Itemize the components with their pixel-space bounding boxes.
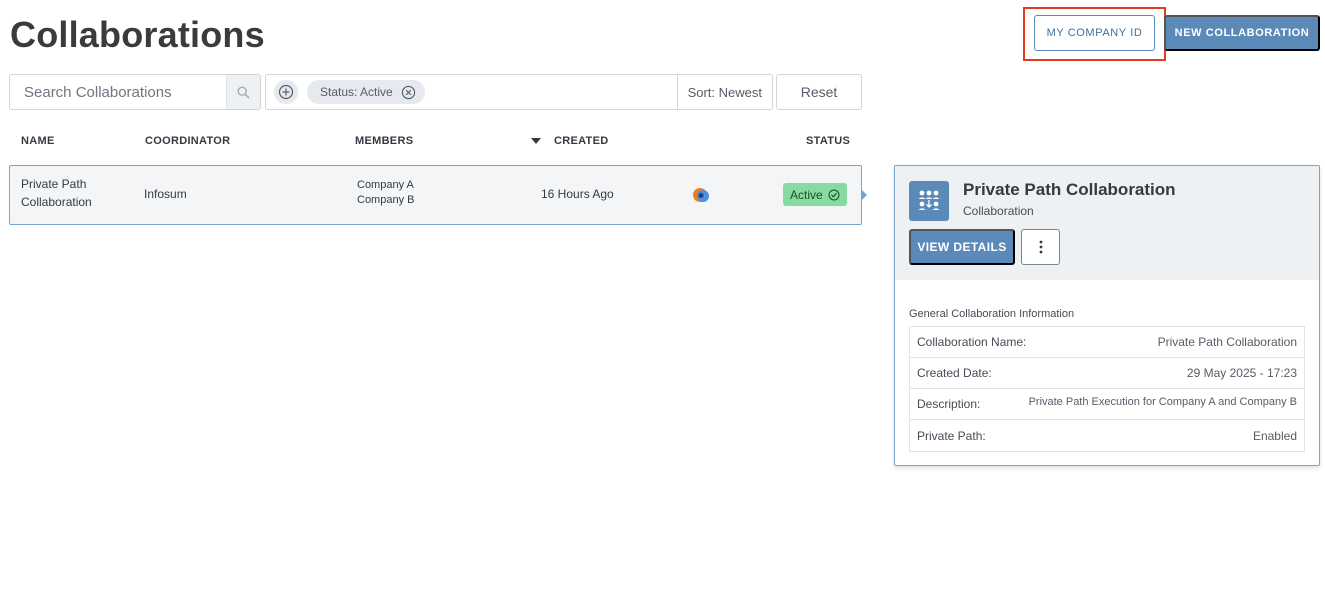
row-name-line1: Private Path (21, 177, 87, 191)
column-header-status[interactable]: STATUS (806, 135, 850, 147)
add-filter-button[interactable] (274, 80, 298, 104)
more-options-button[interactable] (1021, 229, 1060, 265)
check-circle-icon (828, 189, 840, 200)
filter-bar: Status: Active Sort: Newest (265, 74, 773, 110)
info-label: Description: (917, 397, 981, 411)
status-label: Active (790, 187, 823, 202)
more-vertical-icon (1039, 240, 1042, 254)
row-member: Company B (357, 194, 415, 206)
info-value: Private Path Collaboration (1157, 335, 1297, 349)
info-value: Enabled (1252, 428, 1297, 443)
info-label: Private Path: (917, 428, 986, 443)
column-header-created[interactable]: CREATED (554, 135, 608, 147)
chip-label: Status: Active (320, 85, 393, 99)
search-button[interactable] (226, 75, 260, 109)
info-value: 29 May 2025 - 17:23 (1186, 366, 1297, 380)
caret-down-icon[interactable] (531, 138, 541, 145)
view-details-button[interactable]: VIEW DETAILS (909, 229, 1015, 265)
info-table: Collaboration Name: Private Path Collabo… (909, 326, 1305, 452)
detail-panel: Private Path Collaboration Collaboration… (894, 165, 1320, 466)
row-name: Private Path Collaboration (21, 175, 92, 211)
plus-circle-icon (278, 84, 294, 100)
info-row-private-path: Private Path: Enabled (910, 420, 1304, 451)
reset-button[interactable]: Reset (776, 74, 862, 110)
row-created: 16 Hours Ago (541, 187, 614, 201)
search-box (9, 74, 261, 110)
info-row-created: Created Date: 29 May 2025 - 17:23 (910, 358, 1304, 389)
new-collaboration-button[interactable]: NEW COLLABORATION (1164, 15, 1320, 51)
page-title: Collaborations (10, 14, 265, 55)
column-header-name[interactable]: NAME (21, 135, 55, 147)
table-row[interactable]: Private Path Collaboration Infosum Compa… (9, 165, 862, 225)
info-row-description: Description: Private Path Execution for … (910, 389, 1304, 420)
row-coordinator: Infosum (144, 187, 187, 201)
search-input[interactable] (10, 75, 226, 109)
status-filter-chip[interactable]: Status: Active (307, 80, 425, 104)
row-members: Company A Company B (357, 178, 414, 208)
column-header-coordinator[interactable]: COORDINATOR (145, 135, 230, 147)
my-company-id-button[interactable]: MY COMPANY ID (1034, 15, 1155, 51)
group-icon (909, 181, 949, 221)
sort-dropdown[interactable]: Sort: Newest (676, 75, 772, 109)
row-member: Company A (357, 179, 414, 191)
search-icon (237, 85, 250, 99)
infosum-logo-icon (693, 188, 709, 202)
close-circle-icon[interactable] (401, 85, 416, 100)
row-name-line2: Collaboration (21, 195, 92, 209)
info-value: Private Path Execution for Company A and… (1028, 396, 1297, 408)
selected-row-pointer (861, 189, 867, 201)
column-header-members[interactable]: MEMBERS (355, 135, 413, 147)
info-label: Collaboration Name: (917, 335, 1027, 349)
detail-title: Private Path Collaboration (963, 180, 1176, 199)
section-title: General Collaboration Information (909, 308, 1075, 320)
info-row-name: Collaboration Name: Private Path Collabo… (910, 327, 1304, 358)
status-badge: Active (783, 183, 847, 206)
detail-subtitle: Collaboration (963, 204, 1034, 218)
info-label: Created Date: (917, 366, 992, 380)
detail-header: Private Path Collaboration Collaboration… (895, 166, 1319, 280)
